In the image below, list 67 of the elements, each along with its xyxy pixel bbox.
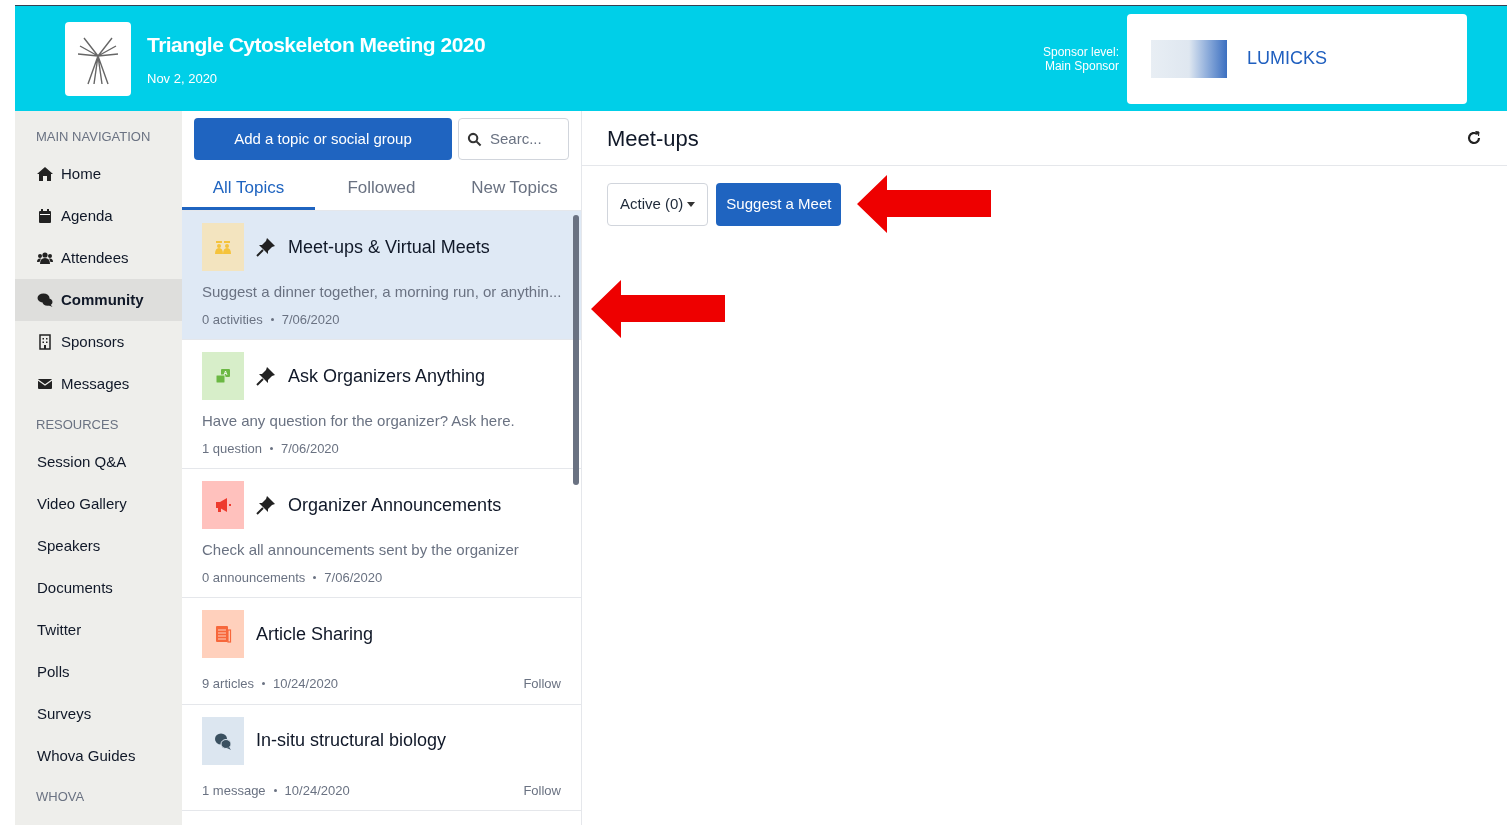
scrollbar[interactable]	[573, 215, 579, 485]
newspaper-icon	[214, 625, 232, 643]
topic-date: 7/06/2020	[281, 439, 339, 458]
nav-item[interactable]: Sponsors	[15, 321, 182, 363]
calendar-icon	[37, 208, 53, 224]
people-icon	[214, 238, 232, 256]
topic-title: In-situ structural biology	[256, 729, 447, 752]
nav-item[interactable]: Session Q&A	[15, 441, 182, 483]
topic-date: 10/24/2020	[273, 675, 339, 693]
topic-item[interactable]: Meet-ups & Virtual Meets Suggest a dinner together, a morning run, or anythin... 0 activities 7/06/2020	[182, 211, 581, 340]
nav-item[interactable]: Video Gallery	[15, 483, 182, 525]
caret-icon	[687, 201, 696, 207]
nav-item[interactable]: Documents	[15, 567, 182, 609]
section-heading: RESOURCES	[35, 417, 120, 433]
add-topic-button[interactable]: Add a topic or social group	[194, 118, 452, 160]
topic-description: Check all announcements sent by the organizer	[202, 540, 520, 560]
sponsor-card[interactable]: LUMICKS	[1127, 13, 1467, 104]
topic-tab[interactable]: Followed	[315, 168, 448, 210]
follow-link[interactable]: Follow	[523, 674, 561, 694]
nav-item[interactable]: Surveys	[15, 693, 182, 735]
megaphone-icon	[214, 496, 232, 514]
nav-item[interactable]: Home	[15, 153, 182, 195]
nav-item[interactable]: Agenda	[15, 195, 182, 237]
topic-count: 1 question	[202, 439, 262, 458]
topic-title: Organizer Announcements	[288, 493, 502, 517]
home-icon	[37, 166, 53, 182]
event-date: Nov 2, 2020	[147, 69, 219, 88]
sponsor-level: Main Sponsor	[1044, 58, 1119, 73]
envelope-icon	[37, 376, 53, 392]
search-input[interactable]: Searc...	[490, 127, 560, 151]
topic-date: 10/24/2020	[284, 781, 350, 800]
sponsor-name[interactable]: LUMICKS	[1247, 45, 1327, 72]
topic-date: 7/06/2020	[281, 310, 340, 329]
follow-link[interactable]: Follow	[523, 780, 561, 800]
topic-count: 1 message	[202, 781, 266, 800]
people-icon	[37, 250, 53, 266]
nav-item[interactable]: Twitter	[15, 609, 182, 651]
nav-item[interactable]: Speakers	[15, 525, 182, 567]
nav-item[interactable]: Attendees	[15, 237, 182, 279]
suggest-meet-button[interactable]: Suggest a Meet	[716, 182, 842, 226]
nav-item[interactable]: Messages	[15, 363, 182, 405]
topic-title: Ask Organizers Anything	[288, 364, 486, 388]
topic-description: Suggest a dinner together, a morning run, or anythin...	[202, 282, 561, 302]
topic-title: Article Sharing	[256, 622, 374, 646]
section-heading: WHOVA	[35, 789, 86, 805]
topic-description: Have any question for the organizer? Ask here.	[202, 411, 516, 431]
search-field[interactable]: Searc...	[458, 118, 569, 160]
search-icon	[467, 131, 482, 147]
chat-bubbles-icon	[214, 731, 232, 750]
event-title: Triangle Cytoskeleton Meeting 2020	[147, 32, 486, 58]
chat-bubbles-icon	[37, 292, 53, 308]
refresh-icon[interactable]	[1466, 130, 1482, 146]
topic-count: 0 announcements	[202, 568, 306, 587]
topic-count: 0 activities	[202, 310, 263, 329]
nav-item[interactable]: Polls	[15, 651, 182, 693]
active-filter-dropdown[interactable]: Active (0)	[607, 182, 709, 226]
topic-date: 7/06/2020	[324, 568, 383, 587]
page-title: Meet-ups	[607, 124, 699, 153]
topic-tab[interactable]: New Topics	[448, 168, 581, 210]
nav-item[interactable]: Community	[15, 279, 182, 321]
building-icon	[37, 334, 53, 350]
topic-count: 9 articles	[202, 675, 255, 693]
section-heading: MAIN NAVIGATION	[35, 129, 152, 145]
topic-title: Meet-ups & Virtual Meets	[288, 235, 490, 259]
nav-item[interactable]: Whova Guides	[15, 735, 182, 777]
sponsor-level-label: Sponsor level:	[1042, 44, 1119, 59]
question-answer-icon	[214, 367, 232, 385]
